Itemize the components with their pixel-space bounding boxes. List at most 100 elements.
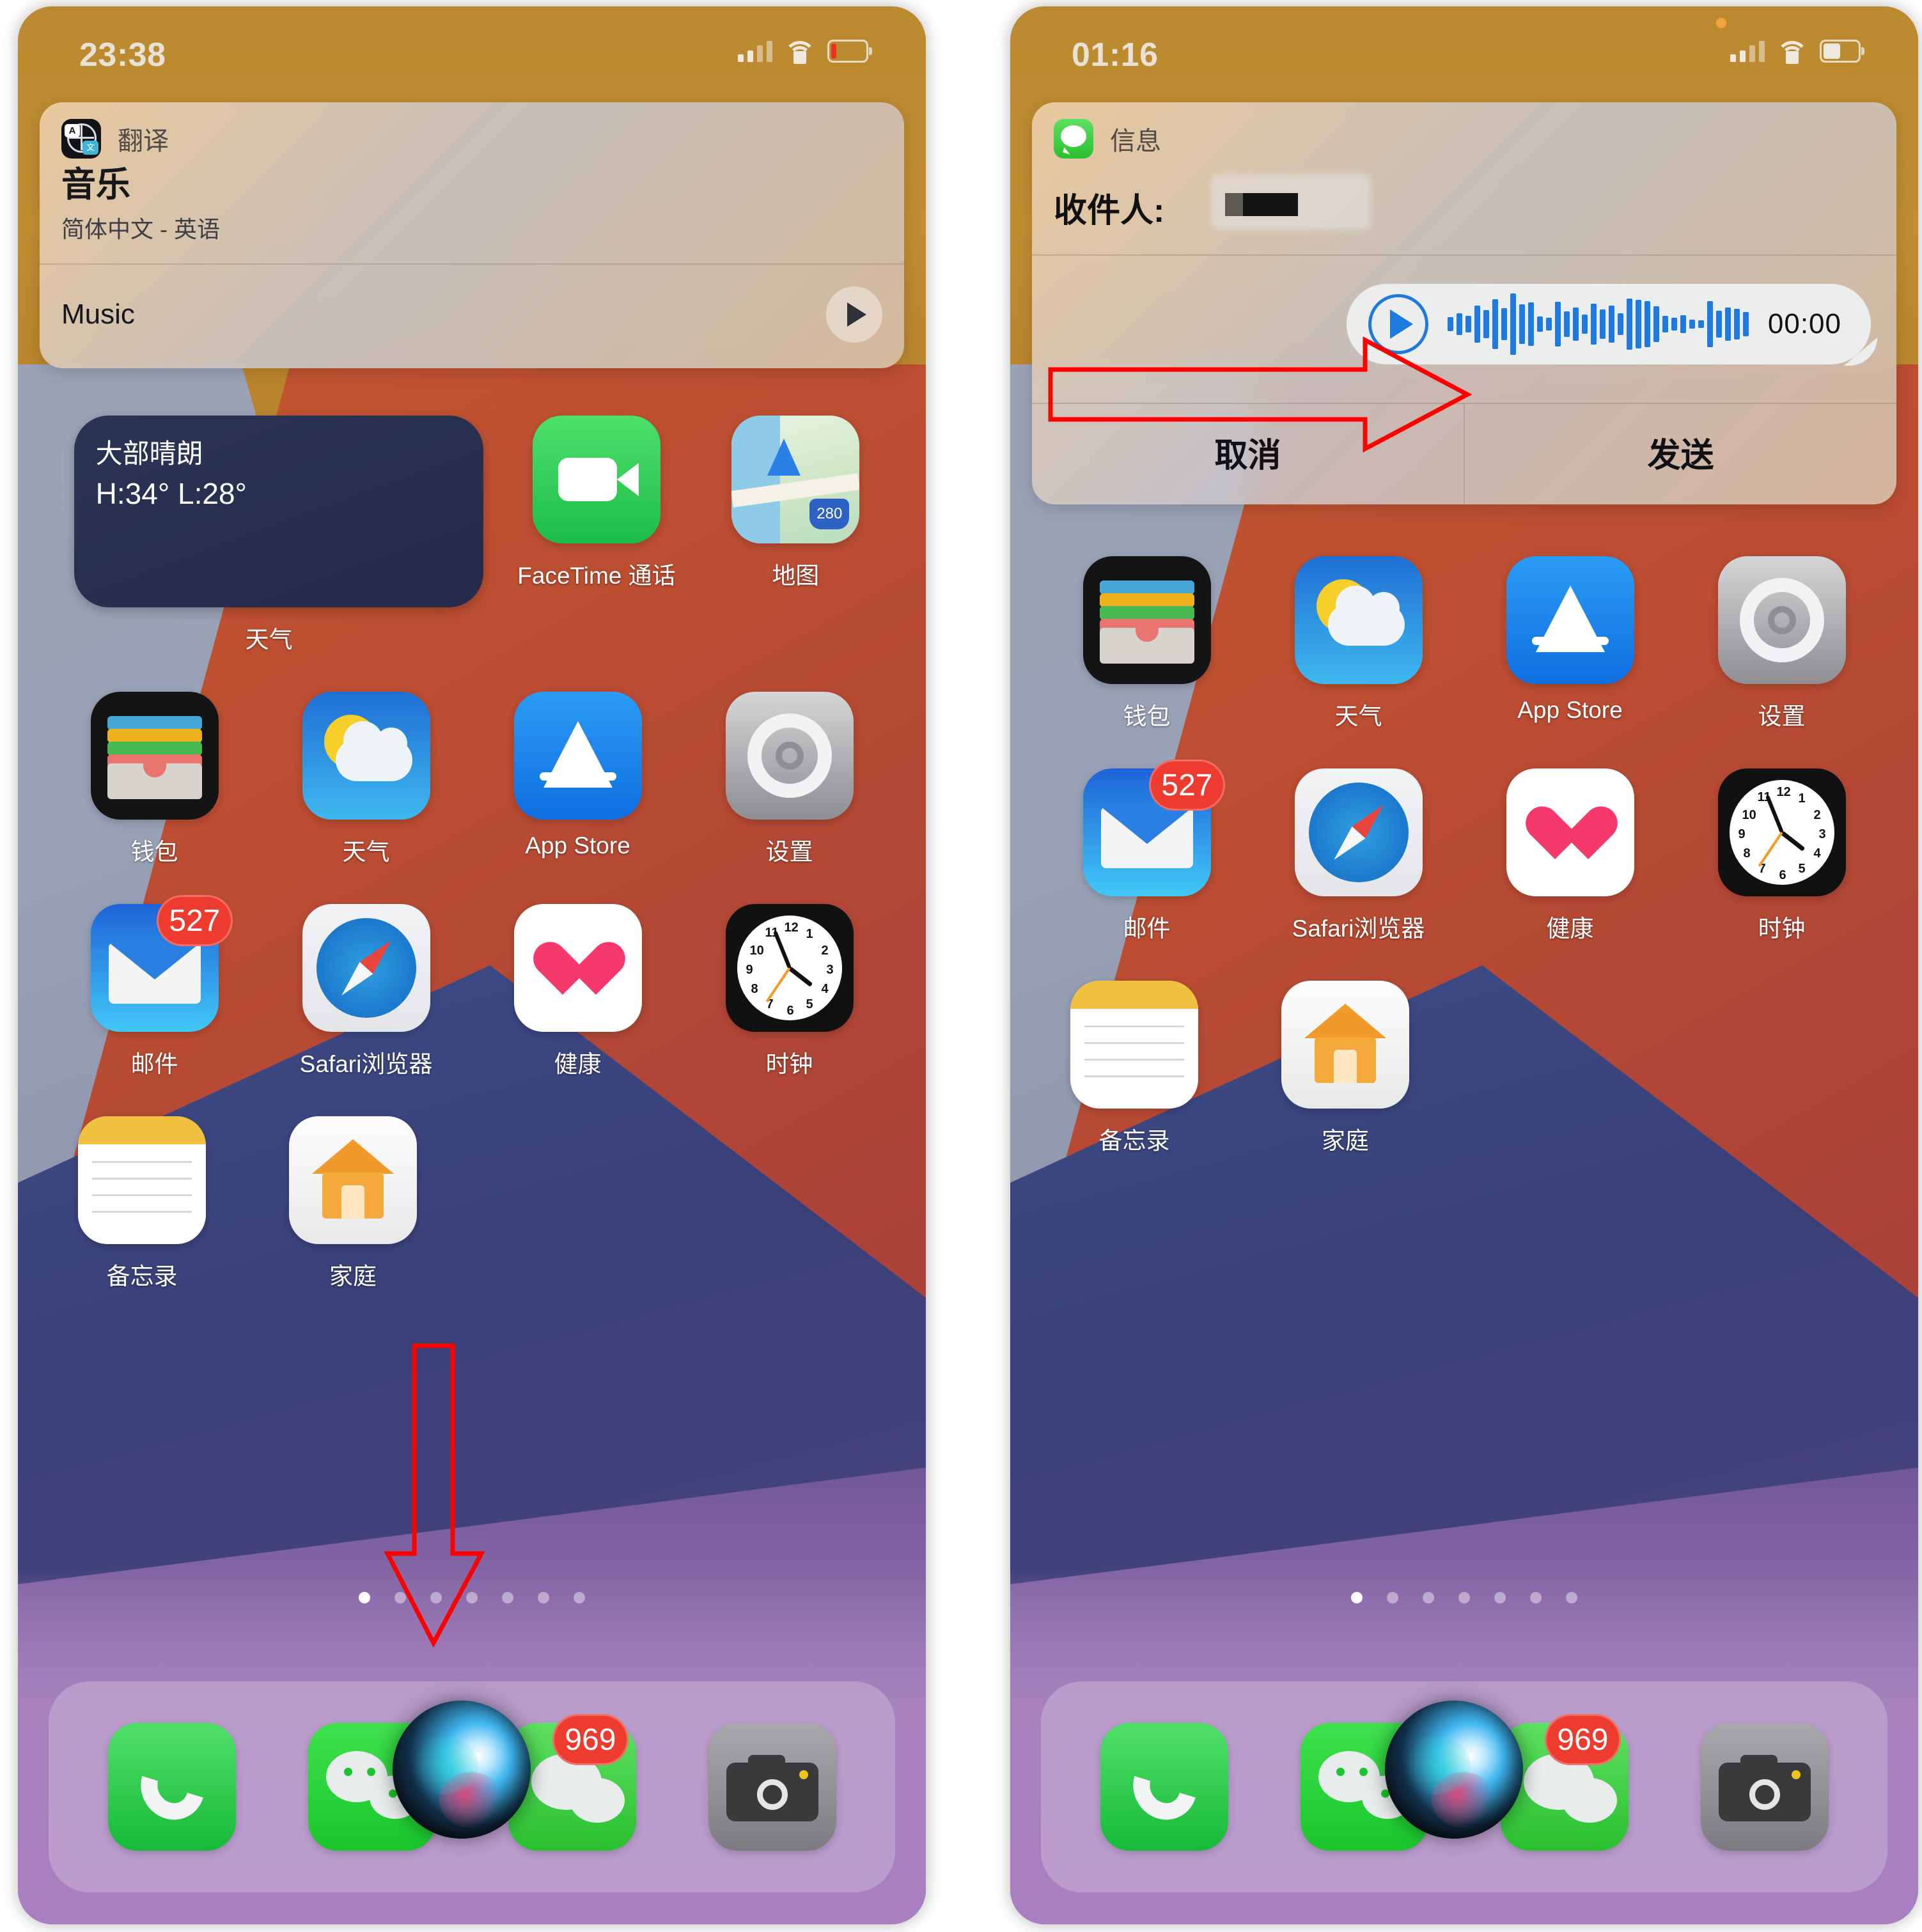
notification-app-name: 翻译: [118, 127, 169, 155]
app-label: Safari浏览器: [299, 1051, 433, 1077]
app-weather[interactable]: 天气: [1273, 556, 1444, 731]
app-wallet[interactable]: 钱包: [1061, 556, 1233, 731]
app-label: 备忘录: [1098, 1128, 1170, 1154]
audio-message-area: 00:00: [1032, 256, 1896, 403]
page-indicator-dots[interactable]: [18, 1592, 926, 1603]
home-row-2: 527 邮件 Safari浏览器 健康 12 1 23 45 6 7 8 9 1…: [1010, 760, 1918, 944]
app-label: 邮件: [130, 1051, 178, 1077]
dock-app-camera[interactable]: [708, 1723, 836, 1851]
recipient-label: 收件人:: [1054, 192, 1165, 230]
app-appstore[interactable]: App Store: [1485, 556, 1656, 731]
safari-icon: [302, 904, 430, 1032]
app-mail[interactable]: 527 邮件: [69, 895, 240, 1079]
app-label: 天气: [245, 627, 293, 653]
appstore-icon: [513, 692, 642, 820]
app-safari[interactable]: Safari浏览器: [1273, 768, 1444, 944]
app-clock[interactable]: 12 1 23 45 67 89 10 11 时钟: [1696, 768, 1868, 944]
app-label: 时钟: [1758, 915, 1806, 942]
translation-language-pair: 简体中文 - 英语: [61, 215, 220, 242]
home-row-2: 钱包 天气 App Store 设置: [18, 692, 926, 867]
home-icon: [289, 1116, 417, 1244]
phone-screenshot-right: 01:16 信息 收件人: 00:00 取消 发送 钱包 天气 App Stor…: [1010, 6, 1918, 1924]
app-label: 健康: [1546, 915, 1594, 942]
notification-actions: 取消 发送: [1032, 403, 1896, 504]
send-button[interactable]: 发送: [1465, 404, 1896, 504]
app-wallet[interactable]: 钱包: [69, 692, 240, 867]
app-settings[interactable]: 设置: [704, 692, 875, 867]
dock-app-phone[interactable]: [107, 1723, 236, 1851]
play-circle-icon[interactable]: [1368, 294, 1428, 354]
settings-icon: [725, 692, 854, 820]
messages-notification[interactable]: 信息 收件人: 00:00 取消 发送: [1032, 102, 1896, 504]
app-facetime[interactable]: FaceTime 通话: [511, 416, 682, 655]
weather-icon: [1294, 556, 1423, 684]
home-row-1: 大部晴朗 H:34° L:28° 天气 FaceTime 通话 280 地图: [18, 416, 926, 655]
weather-widget[interactable]: 大部晴朗 H:34° L:28° 天气: [63, 416, 483, 655]
app-label: Safari浏览器: [1292, 915, 1425, 942]
cellular-signal-icon: [1730, 40, 1765, 62]
status-bar-left: 23:38: [18, 6, 926, 83]
health-icon: [1506, 768, 1634, 896]
weather-icon: [302, 692, 430, 820]
app-health[interactable]: 健康: [1485, 768, 1656, 944]
app-notes[interactable]: 备忘录: [1049, 981, 1220, 1156]
app-home[interactable]: 家庭: [267, 1116, 439, 1291]
app-label: 家庭: [1322, 1128, 1369, 1154]
home-row-4: 备忘录 家庭: [18, 1116, 926, 1291]
appstore-icon: [1506, 556, 1634, 684]
settings-icon: [1717, 556, 1846, 684]
siri-orb[interactable]: [1385, 1701, 1523, 1839]
app-label: 设置: [765, 839, 813, 865]
page-indicator-dots[interactable]: [1010, 1592, 1918, 1603]
app-safari[interactable]: Safari浏览器: [281, 904, 452, 1079]
app-home[interactable]: 家庭: [1260, 981, 1431, 1156]
home-icon: [1281, 981, 1409, 1109]
maps-icon: 280: [731, 416, 860, 543]
battery-low-icon: [827, 40, 872, 63]
app-settings[interactable]: 设置: [1696, 556, 1868, 731]
status-time: 01:16: [1072, 36, 1159, 74]
app-mail[interactable]: 527 邮件: [1061, 760, 1233, 944]
play-icon[interactable]: [826, 286, 882, 343]
app-label: 备忘录: [106, 1263, 178, 1289]
status-bar-right: 01:16: [1010, 6, 1918, 83]
notes-icon: [1070, 981, 1198, 1109]
audio-waveform: [1447, 292, 1749, 356]
status-time: 23:38: [79, 36, 166, 74]
translation-result-text: Music: [61, 298, 135, 330]
app-label: App Store: [1517, 697, 1623, 723]
wifi-icon: [1776, 41, 1808, 64]
app-notes[interactable]: 备忘录: [56, 1116, 228, 1291]
home-row-1: 钱包 天气 App Store 设置: [1010, 556, 1918, 731]
recipient-redaction: [1225, 193, 1298, 216]
dock-app-camera[interactable]: [1700, 1723, 1829, 1851]
app-weather[interactable]: 天气: [281, 692, 452, 867]
recipient-row[interactable]: 收件人:: [1032, 162, 1896, 254]
audio-duration: 00:00: [1767, 308, 1841, 339]
app-label: FaceTime 通话: [517, 563, 676, 589]
clock-icon: 12 1 23 45 67 89 10 11: [1717, 768, 1846, 896]
app-label: App Store: [525, 832, 630, 859]
phone-screenshot-left: 23:38 A文 翻译 音乐 简体中文 - 英语 Music 大部晴朗 H:34…: [18, 6, 926, 1924]
app-health[interactable]: 健康: [492, 904, 664, 1079]
app-maps[interactable]: 280 地图: [710, 416, 881, 655]
app-clock[interactable]: 12 1 23 45 67 89 10 11 时钟: [704, 904, 875, 1079]
home-row-3: 527 邮件 Safari浏览器 健康 12 1 23 45 6 7 8 9 1…: [18, 895, 926, 1079]
cancel-button[interactable]: 取消: [1032, 404, 1465, 504]
badge-count: 969: [552, 1714, 629, 1765]
notification-app-name: 信息: [1110, 127, 1161, 155]
translate-notification[interactable]: A文 翻译 音乐 简体中文 - 英语 Music: [40, 102, 904, 368]
audio-message-bubble[interactable]: 00:00: [1346, 284, 1871, 364]
wallet-icon: [1082, 556, 1211, 684]
phone-icon: [107, 1723, 236, 1851]
app-appstore[interactable]: App Store: [492, 692, 664, 867]
app-label: 地图: [772, 563, 820, 589]
battery-icon: [1820, 40, 1864, 63]
badge-count: 969: [1545, 1714, 1621, 1765]
dock-app-phone[interactable]: [1100, 1723, 1228, 1851]
badge-count: 527: [1149, 760, 1225, 811]
siri-orb[interactable]: [393, 1701, 531, 1839]
weather-temps: H:34° L:28°: [95, 477, 247, 510]
weather-condition: 大部晴朗: [95, 439, 203, 469]
messages-app-icon: [1054, 119, 1093, 159]
